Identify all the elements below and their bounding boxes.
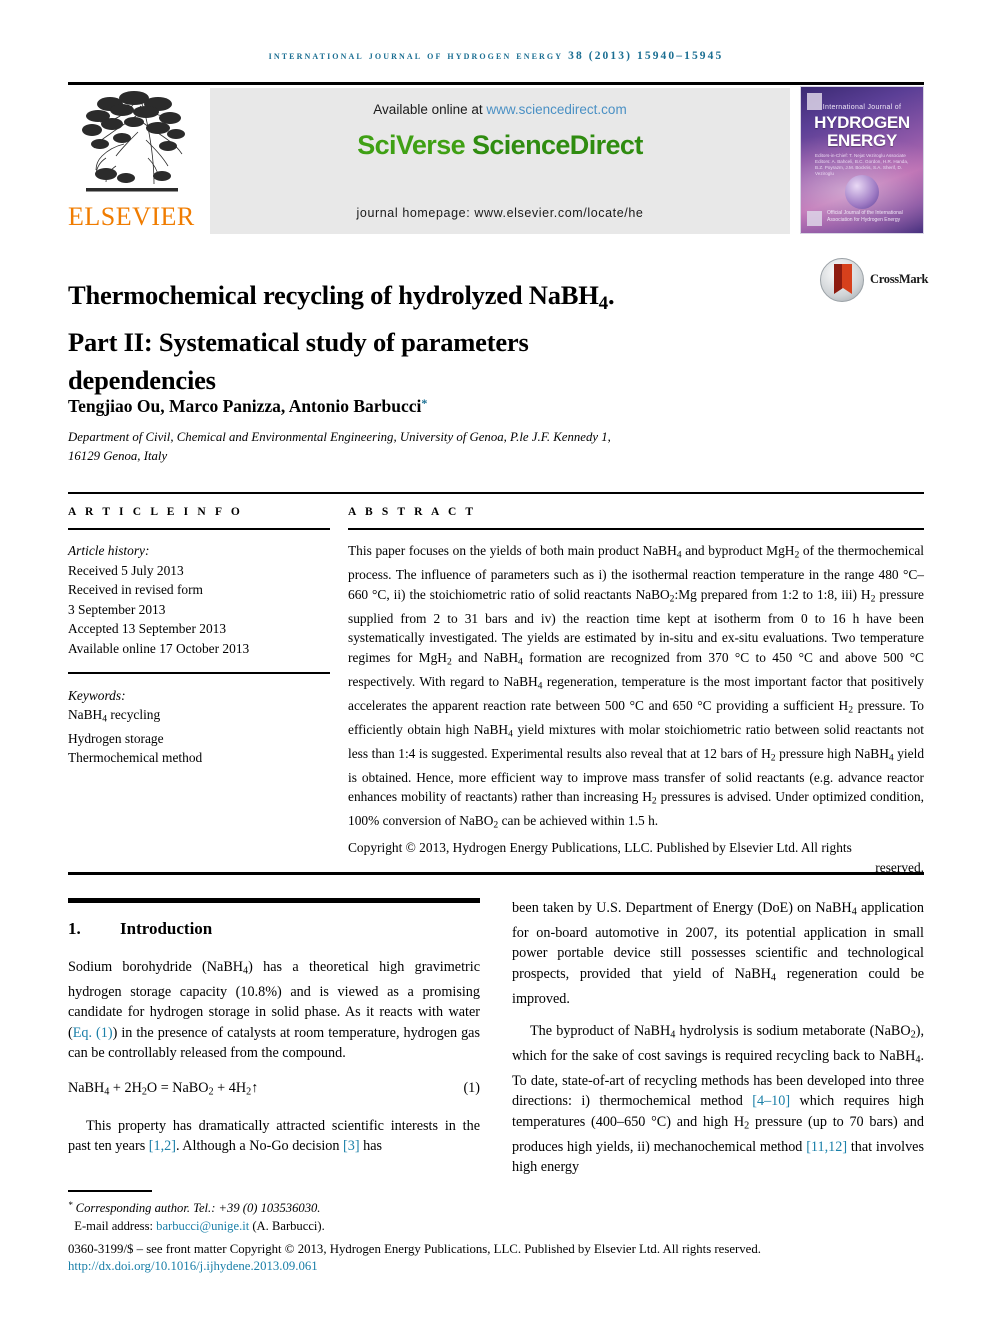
intro-paragraph-3: been taken by U.S. Department of Energy …: [512, 900, 924, 1007]
history-item-4: Available online 17 October 2013: [68, 640, 250, 656]
footnote-block: * Corresponding author. Tel.: +39 (0) 10…: [68, 1196, 488, 1236]
crossmark-label: CrossMark: [870, 272, 929, 286]
crossmark-icon: [820, 258, 864, 302]
cover-subtitle: International Journal of: [822, 104, 902, 111]
article-history-label: Article history:: [68, 543, 150, 558]
reference-link-3[interactable]: [3]: [343, 1138, 360, 1154]
keywords-block: Keywords: NaBH4 recycling Hydrogen stora…: [68, 686, 330, 768]
journal-cover-thumbnail: International Journal of HYDROGEN ENERGY…: [800, 86, 924, 234]
cover-footer-text: Official Journal of the International As…: [827, 210, 903, 223]
sciverse-sciencedirect-logo: SciVerse ScienceDirect: [210, 130, 790, 161]
sciencedirect-url-link[interactable]: www.sciencedirect.com: [486, 102, 626, 117]
info-bottom-rule: [68, 872, 924, 875]
corresponding-author-marker: *: [421, 396, 428, 410]
intro-paragraph-1: Sodium borohydride (NaBH4) has a theoret…: [68, 959, 480, 1062]
section-bar: [68, 898, 480, 903]
footnote-rule: [68, 1190, 152, 1192]
elsevier-tree-icon: [76, 88, 188, 200]
intro-p2-c: has: [359, 1137, 383, 1154]
history-item-0: Received 5 July 2013: [68, 562, 184, 578]
elsevier-logo: ELSEVIER: [68, 86, 195, 234]
equation-1-number: (1): [463, 1079, 480, 1096]
intro-p2-b: . Although a No-Go decision: [175, 1137, 344, 1154]
author-list: Tengjiao Ou, Marco Panizza, Antonio Barb…: [68, 396, 924, 417]
body-column-right: been taken by U.S. Department of Energy …: [512, 898, 924, 1190]
section-name: Introduction: [120, 919, 213, 938]
section-number: 1.: [68, 919, 81, 938]
section-title-introduction: 1. Introduction: [68, 919, 480, 939]
affiliation-line-1: Department of Civil, Chemical and Enviro…: [68, 430, 611, 444]
journal-article-page: International Journal of Hydrogen Energy…: [0, 0, 992, 1323]
author-names: Tengjiao Ou, Marco Panizza, Antonio Barb…: [68, 396, 422, 417]
sciencedirect-word: ScienceDirect: [471, 130, 643, 160]
reference-link-11-12[interactable]: [11,12]: [806, 1139, 847, 1155]
equation-1-body: NaBH4 + 2H2O = NaBO2 + 4H2↑: [68, 1079, 259, 1098]
doi-line: http://dx.doi.org/10.1016/j.ijhydene.201…: [68, 1259, 924, 1274]
body-column-left: 1. Introduction Sodium borohydride (NaBH4…: [68, 898, 480, 1168]
cover-title-hydrogen: HYDROGEN: [814, 113, 910, 132]
footnote-corresponding-author: * Corresponding author. Tel.: +39 (0) 10…: [68, 1200, 321, 1215]
article-info-rule: [68, 528, 330, 530]
doi-link[interactable]: http://dx.doi.org/10.1016/j.ijhydene.201…: [68, 1259, 318, 1273]
history-item-2: 3 September 2013: [68, 601, 166, 617]
title-line-3: dependencies: [68, 364, 216, 395]
title-line-1-period: .: [608, 279, 615, 310]
keyword-0: NaBH4 recycling: [68, 707, 161, 725]
history-item-3: Accepted 13 September 2013: [68, 621, 227, 636]
affiliation: Department of Civil, Chemical and Enviro…: [68, 428, 788, 466]
keywords-label: Keywords:: [68, 687, 126, 703]
journal-banner: ELSEVIER Available online at www.science…: [68, 86, 924, 236]
journal-homepage-line: journal homepage: www.elsevier.com/locat…: [356, 206, 644, 220]
available-online-text: Available online at: [373, 102, 487, 117]
running-head: International Journal of Hydrogen Energy…: [268, 50, 724, 62]
cover-iahe-badge-icon: [807, 211, 822, 226]
email-suffix: (A. Barbucci).: [249, 1219, 325, 1234]
keyword-2: Thermochemical method: [68, 750, 203, 766]
title-line-1: Thermochemical recycling of hydrolyzed N…: [68, 279, 615, 314]
affiliation-line-2: 16129 Genoa, Italy: [68, 449, 168, 463]
email-link[interactable]: barbucci@unige.it: [156, 1219, 249, 1233]
article-info-heading: A R T I C L E I N F O: [68, 506, 243, 518]
sciverse-word: SciVerse: [357, 130, 472, 160]
eq-1-link[interactable]: Eq. (1): [73, 1025, 113, 1041]
available-online-line: Available online at www.sciencedirect.co…: [210, 102, 790, 117]
page-title: Thermochemical recycling of hydrolyzed N…: [68, 276, 768, 399]
cover-sphere-icon: [845, 175, 879, 209]
abstract-column: A B S T R A C T This paper focuses on th…: [348, 506, 924, 878]
intro-paragraph-4: The byproduct of NaBH4 hydrolysis is sod…: [512, 1023, 925, 1176]
reference-link-4-10[interactable]: [4–10]: [752, 1093, 790, 1109]
intro-paragraph-2: This property has dramatically attracted…: [68, 1116, 480, 1157]
title-subscript-4: 4: [598, 292, 609, 314]
issn-copyright-line: 0360-3199/$ – see front matter Copyright…: [68, 1242, 761, 1256]
abstract-copyright-main: Copyright © 2013, Hydrogen Energy Public…: [348, 840, 852, 856]
footnote-corresponding-text: Corresponding author. Tel.: +39 (0) 1035…: [72, 1200, 321, 1215]
crossmark-book-icon: [834, 264, 852, 294]
article-history: Article history: Received 5 July 2013 Re…: [68, 541, 330, 658]
crossmark-badge[interactable]: CrossMark: [820, 258, 930, 316]
elsevier-wordmark: ELSEVIER: [68, 202, 195, 231]
email-label: E-mail address:: [74, 1219, 157, 1234]
article-info-column: A R T I C L E I N F O Article history: R…: [68, 506, 330, 768]
history-item-1: Received in revised form: [68, 582, 203, 597]
cover-title-energy: ENERGY: [827, 131, 897, 150]
abstract-body: This paper focuses on the yields of both…: [348, 543, 925, 831]
abstract-rule: [348, 528, 924, 530]
cover-editors: Editors-in-Chief: T. Nejat Veziroglu Ass…: [815, 153, 909, 176]
banner-top-rule: [68, 82, 924, 85]
reference-link-1-2[interactable]: [1,2]: [149, 1138, 176, 1154]
title-line-2: Part II: Systematical study of parameter…: [68, 326, 529, 357]
keyword-1: Hydrogen storage: [68, 730, 164, 746]
info-top-rule: [68, 492, 924, 494]
equation-1: NaBH4 + 2H2O = NaBO2 + 4H2↑ (1): [68, 1078, 480, 1103]
abstract-heading: A B S T R A C T: [348, 506, 477, 518]
keywords-rule: [68, 672, 330, 674]
sciencedirect-panel: Available online at www.sciencedirect.co…: [210, 88, 790, 234]
body-columns: 1. Introduction Sodium borohydride (NaBH4…: [68, 898, 924, 1178]
title-line-1-text: Thermochemical recycling of hydrolyzed N…: [68, 279, 599, 310]
